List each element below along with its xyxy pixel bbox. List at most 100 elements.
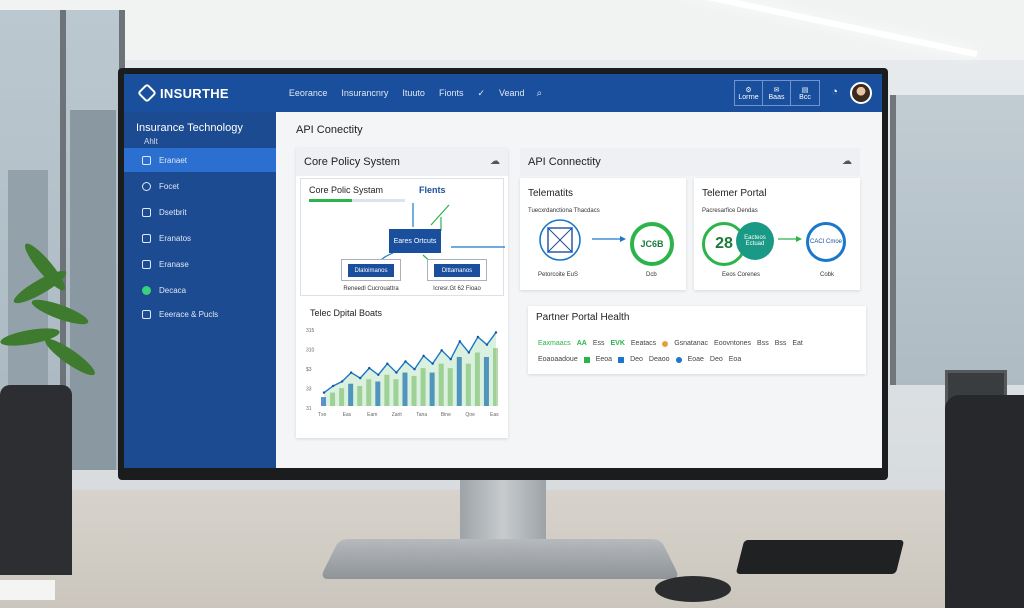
chart-point[interactable] [349, 371, 353, 374]
chart-point[interactable] [422, 354, 425, 358]
arrow-icon [778, 236, 802, 242]
chart-point[interactable] [359, 376, 362, 380]
chart-point[interactable] [331, 384, 335, 388]
health-cell: Eeoa [595, 356, 613, 363]
square-icon [142, 309, 151, 319]
chart-point[interactable] [476, 335, 480, 339]
health-cell: Eeatacs [630, 340, 657, 347]
topbar-button[interactable]: ✉ Baas [763, 81, 791, 105]
chart-point[interactable] [340, 380, 344, 383]
x-tick-label: Tana [416, 412, 427, 418]
status-dot-icon [142, 285, 151, 295]
health-cell: Deo [630, 356, 643, 363]
sidebar-title: Insurance Technology [136, 122, 243, 134]
chart-point[interactable] [368, 366, 371, 370]
status-square-icon [583, 356, 590, 363]
cloud-icon[interactable]: ☁ [842, 156, 852, 167]
topbar-button[interactable]: ▤ Bcc [791, 81, 819, 105]
sidebar-item[interactable]: Eeerace & Pucls [124, 302, 276, 326]
sidebar-item[interactable]: Eranase [124, 252, 276, 276]
sidebar-item[interactable]: Dsetbrit [124, 200, 276, 224]
chart-point[interactable] [449, 358, 452, 361]
nav-item[interactable]: Ituuto [402, 88, 425, 99]
search-icon[interactable]: ⌕ [537, 88, 543, 99]
api-connectivity-title: API Connectity [528, 156, 601, 168]
right-node-label: Dlttamanos [434, 264, 480, 277]
user-icon [142, 259, 151, 269]
health-cell: Deaoo [648, 356, 670, 363]
chart-point[interactable] [431, 362, 434, 365]
portal-caption: Eeos Corenes [722, 272, 761, 278]
x-tick-label: Zarit [392, 412, 403, 418]
nav-item[interactable]: Fionts [439, 88, 464, 99]
sidebar-item[interactable]: Focet [124, 174, 276, 198]
portal-ring-text: CACI Cmoe [809, 239, 842, 245]
notification-icon[interactable]: ◔ [831, 86, 838, 98]
chart-title: Telec Dpital Boats [310, 308, 383, 318]
chart-point[interactable] [322, 391, 326, 394]
sidebar-item-label: Dsetbrit [159, 207, 187, 217]
plant [0, 239, 110, 400]
health-cell: Eoa [728, 356, 742, 363]
top-bar: INSURTHE Eeorance Insurancnry Ituuto Fio… [124, 74, 882, 112]
portal-status-ring[interactable]: CACI Cmoe [806, 222, 846, 262]
chart-area [324, 332, 496, 406]
right-node[interactable]: Dlttamanos Icresr.Gt 62 Fioao [427, 259, 487, 292]
chart-point[interactable] [413, 368, 416, 371]
check-icon[interactable]: ✓ [477, 88, 485, 99]
chart-point[interactable] [458, 340, 461, 343]
office-window-right [890, 95, 1024, 385]
telematics-ring-caption: Dcb [646, 272, 657, 278]
sidebar: Insurance Technology Ahlt Eranaet Focet … [124, 112, 276, 468]
nav-item[interactable]: Insurancnry [341, 88, 388, 99]
mouse [655, 576, 731, 602]
telematics-title: Telematits [528, 188, 574, 199]
topbar-icon-group: ⚙ Lorrne ✉ Baas ▤ Bcc [734, 80, 820, 106]
health-cell: Eaxmaacs [538, 340, 571, 347]
health-cell: Eat [792, 340, 803, 347]
sidebar-item[interactable]: Eranatos [124, 226, 276, 250]
status-dot-icon [675, 356, 682, 363]
chart-point[interactable] [467, 351, 471, 354]
telematics-chart-panel: Telec Dpital Boats 315 310 $3 33 31 Txe Eas Eam… [300, 304, 504, 434]
brand-mark-icon [137, 83, 157, 103]
api-connectivity-panel: API Connectity ☁ Telematits Tuecxrdancti… [520, 148, 860, 290]
health-cell: Gsnatanac [674, 340, 709, 347]
x-tick-label: Eas [490, 412, 499, 418]
topbar-button[interactable]: ⚙ Lorrne [735, 81, 763, 105]
square-icon [142, 155, 151, 165]
chart-point[interactable] [386, 362, 389, 365]
status-square-icon [618, 356, 625, 363]
avatar[interactable] [850, 82, 872, 104]
topbar-button-label: Bcc [799, 93, 811, 101]
office-scene: INSURTHE Eeorance Insurancnry Ituuto Fio… [0, 0, 1024, 608]
chart-point[interactable] [440, 349, 443, 352]
sidebar-item[interactable]: Eranaet [124, 148, 276, 172]
left-node[interactable]: Dlaloimanos Reneedl Cucrouattra [341, 259, 401, 292]
portal-big-value: 28 [715, 235, 733, 252]
telematics-ring-value: JC6B [640, 239, 664, 249]
chart-point[interactable] [485, 343, 489, 346]
nav-item[interactable]: Veand [499, 88, 525, 99]
sidebar-item[interactable]: Decaca [124, 278, 276, 302]
flow-diagram: Core Polic Systam Flents Eares Ortcuts D… [300, 178, 505, 296]
telematics-ring[interactable]: JC6B [630, 222, 674, 266]
portal-subtitle: Pacresarfice Dendas [702, 208, 758, 214]
nav-item[interactable]: Eeorance [289, 88, 328, 99]
chart-point[interactable] [377, 373, 380, 376]
chart-point[interactable] [404, 360, 407, 363]
y-tick-label: 33 [306, 387, 312, 393]
monitor: INSURTHE Eeorance Insurancnry Ituuto Fio… [118, 68, 888, 480]
chart-point[interactable] [494, 331, 498, 334]
core-policy-card: Core Policy System ☁ Core Polic Systam F… [296, 148, 508, 438]
chart-point[interactable] [395, 371, 398, 374]
paper [0, 580, 55, 600]
cloud-icon[interactable]: ☁ [490, 156, 500, 167]
health-cell: Bss [757, 340, 769, 347]
telematics-card: Telematits Tuecxrdanctiona Thacdacs JC6B… [520, 178, 686, 290]
x-tick-label: Bine [441, 412, 451, 418]
center-node[interactable]: Eares Ortcuts [389, 229, 441, 253]
health-cell: Deo [709, 356, 723, 363]
right-node-caption: Icresr.Gt 62 Fioao [433, 286, 481, 292]
brand-logo[interactable]: INSURTHE [137, 83, 229, 103]
